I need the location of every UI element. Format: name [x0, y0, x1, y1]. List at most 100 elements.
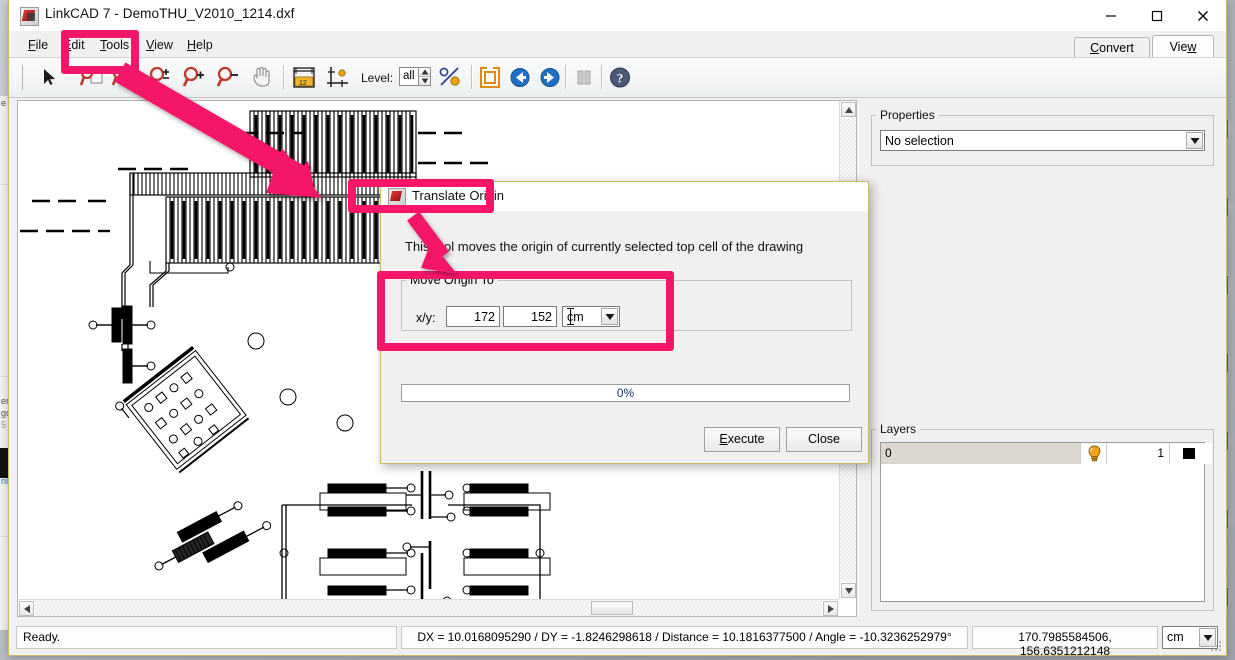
status-ready-pane: Ready.: [16, 626, 397, 649]
menu-item-view[interactable]: View: [137, 36, 182, 54]
progress-bar: 0%: [401, 384, 850, 402]
level-spinner[interactable]: all: [399, 67, 431, 86]
move-origin-group: Move Origin To x/y: 172 152 cm: [401, 273, 852, 331]
tab-view[interactable]: View: [1152, 35, 1214, 59]
toolbar-grip[interactable]: [15, 65, 23, 90]
layers-list[interactable]: 0 1: [880, 442, 1205, 602]
layer-name-value: 0: [885, 446, 892, 460]
right-dock-panel: Properties No selection Layers 0: [865, 100, 1220, 619]
origin-x-value: 172: [474, 310, 495, 324]
level-label: Level:: [361, 71, 393, 85]
menu-item-help[interactable]: Help: [178, 36, 222, 54]
table-row[interactable]: 0 1: [881, 443, 1204, 464]
status-ready-text: Ready.: [23, 630, 60, 644]
chevron-down-icon: [605, 314, 614, 320]
layers-group-label: Layers: [876, 422, 920, 436]
layer-visibility-cell[interactable]: [1080, 443, 1107, 464]
chevron-left-icon: [24, 605, 30, 613]
layers-group: Layers 0: [871, 422, 1214, 611]
status-unit-value: cm: [1167, 630, 1184, 644]
help-icon[interactable]: ?: [605, 63, 635, 92]
layer-name-cell[interactable]: 0: [881, 443, 1080, 464]
menu-item-edit[interactable]: Edit: [54, 36, 94, 54]
level-spin-buttons[interactable]: [418, 68, 430, 85]
properties-selection-value: No selection: [885, 134, 954, 148]
zoom-out-icon[interactable]: [213, 63, 243, 92]
application-window: LinkCAD 7 - DemoTHU_V2010_1214.dxf File …: [8, 0, 1227, 656]
execute-button[interactable]: Execute: [704, 427, 780, 452]
close-icon: [1197, 10, 1209, 22]
translate-origin-dialog: Translate Origin This tool moves the ori…: [380, 181, 869, 464]
chevron-right-icon: [828, 605, 834, 613]
origin-unit-combo-arrow[interactable]: [601, 308, 618, 325]
edit-cell-icon[interactable]: [109, 63, 139, 92]
level-spin-up[interactable]: [418, 68, 430, 76]
percent-icon[interactable]: [435, 63, 465, 92]
menu-bar: File Edit Tools View Help Convert View: [9, 32, 1226, 58]
chevron-down-icon: [845, 588, 853, 594]
dialog-app-icon: [388, 188, 406, 206]
properties-selection-combo[interactable]: No selection: [880, 130, 1205, 151]
vscroll-down-button[interactable]: [841, 583, 856, 598]
layer-count-cell[interactable]: 1: [1108, 443, 1170, 464]
chevron-down-icon: [1190, 138, 1199, 144]
zoom-in-icon[interactable]: [179, 63, 209, 92]
hscroll-left-button[interactable]: [19, 601, 34, 616]
new-cell-icon[interactable]: [77, 63, 107, 92]
main-toolbar: 12 Level: all: [9, 58, 1226, 98]
dialog-title: Translate Origin: [412, 188, 504, 203]
properties-group-label: Properties: [876, 108, 939, 122]
origin-y-value: 152: [531, 310, 552, 324]
title-bar: LinkCAD 7 - DemoTHU_V2010_1214.dxf: [9, 0, 1226, 32]
status-coordinates-pane: 170.7985584506, 156.6351212148: [972, 626, 1158, 649]
layer-color-swatch: [1183, 448, 1195, 459]
window-title: LinkCAD 7 - DemoTHU_V2010_1214.dxf: [45, 6, 295, 21]
tab-convert[interactable]: Convert: [1074, 37, 1150, 58]
status-bar: Ready. DX = 10.0168095290 / DY = -1.8246…: [9, 621, 1226, 655]
maximize-button[interactable]: [1134, 0, 1180, 31]
svg-text:12: 12: [299, 80, 307, 87]
pan-hand-icon[interactable]: [247, 63, 277, 92]
origin-x-input[interactable]: 172: [446, 306, 500, 327]
level-spin-down[interactable]: [418, 76, 430, 85]
origin-y-input[interactable]: 152: [503, 306, 557, 327]
layer-color-cell[interactable]: [1171, 443, 1212, 464]
hscroll-thumb[interactable]: [591, 601, 633, 615]
minimize-button[interactable]: [1088, 0, 1134, 31]
svg-text:?: ?: [617, 71, 624, 86]
menu-item-file[interactable]: File: [19, 36, 57, 54]
measure-ruler-icon[interactable]: 12: [289, 63, 319, 92]
back-arrow-icon[interactable]: [505, 63, 535, 92]
forward-arrow-icon[interactable]: [535, 63, 565, 92]
resize-grip[interactable]: [1209, 639, 1223, 653]
origin-axis-icon[interactable]: [323, 63, 353, 92]
status-delta-pane: DX = 10.0168095290 / DY = -1.8246298618 …: [401, 626, 968, 649]
vscroll-up-button[interactable]: [841, 102, 856, 117]
properties-group: Properties No selection: [871, 108, 1214, 166]
linkcad-app-icon: [20, 7, 39, 26]
hscroll-right-button[interactable]: [823, 601, 838, 616]
level-value: all: [403, 70, 415, 82]
status-coordinates-text: 170.7985584506, 156.6351212148: [973, 630, 1157, 658]
minimize-icon: [1105, 10, 1117, 22]
lightbulb-icon: [1087, 445, 1102, 462]
menu-item-tools[interactable]: Tools: [91, 36, 138, 54]
close-button[interactable]: [1180, 0, 1226, 31]
progress-text: 0%: [402, 386, 849, 400]
properties-combo-arrow[interactable]: [1186, 132, 1203, 149]
xy-label: x/y:: [416, 311, 435, 325]
maximize-icon: [1151, 10, 1163, 22]
zoom-fit-icon[interactable]: [145, 63, 175, 92]
dialog-description: This tool moves the origin of currently …: [405, 239, 803, 254]
select-arrow-icon[interactable]: [33, 63, 63, 92]
boundary-icon[interactable]: [475, 63, 505, 92]
text-cursor-icon: [570, 308, 571, 325]
pause-icon[interactable]: [569, 63, 599, 92]
hscroll-track[interactable]: [35, 600, 822, 616]
layer-count-value: 1: [1157, 446, 1164, 460]
canvas-horizontal-scrollbar[interactable]: [18, 599, 839, 616]
dialog-close-button[interactable]: Close: [786, 427, 862, 452]
chevron-up-icon: [845, 107, 853, 113]
status-delta-text: DX = 10.0168095290 / DY = -1.8246298618 …: [402, 630, 967, 644]
dialog-title-bar: Translate Origin: [381, 182, 868, 211]
